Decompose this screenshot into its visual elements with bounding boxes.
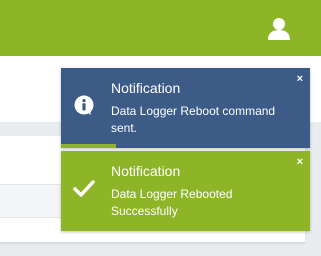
notification-message: Data Logger Rebooted Successfully <box>111 187 233 218</box>
notification-message: Data Logger Reboot command sent. <box>111 104 276 135</box>
notification-progress-bar <box>61 144 116 148</box>
top-header-bar <box>0 0 321 56</box>
notification-success[interactable]: Notification Data Logger Rebooted Succes… <box>61 151 310 231</box>
notification-title: Notification <box>111 163 181 179</box>
close-button[interactable]: × <box>297 73 303 85</box>
close-button[interactable]: × <box>297 156 303 168</box>
user-icon <box>268 18 290 40</box>
notification-title: Notification <box>111 80 181 96</box>
notification-info[interactable]: Notification Data Logger Reboot command … <box>61 68 310 148</box>
checkmark-icon <box>73 177 95 199</box>
user-menu-button[interactable] <box>266 16 292 42</box>
info-icon <box>73 94 95 116</box>
